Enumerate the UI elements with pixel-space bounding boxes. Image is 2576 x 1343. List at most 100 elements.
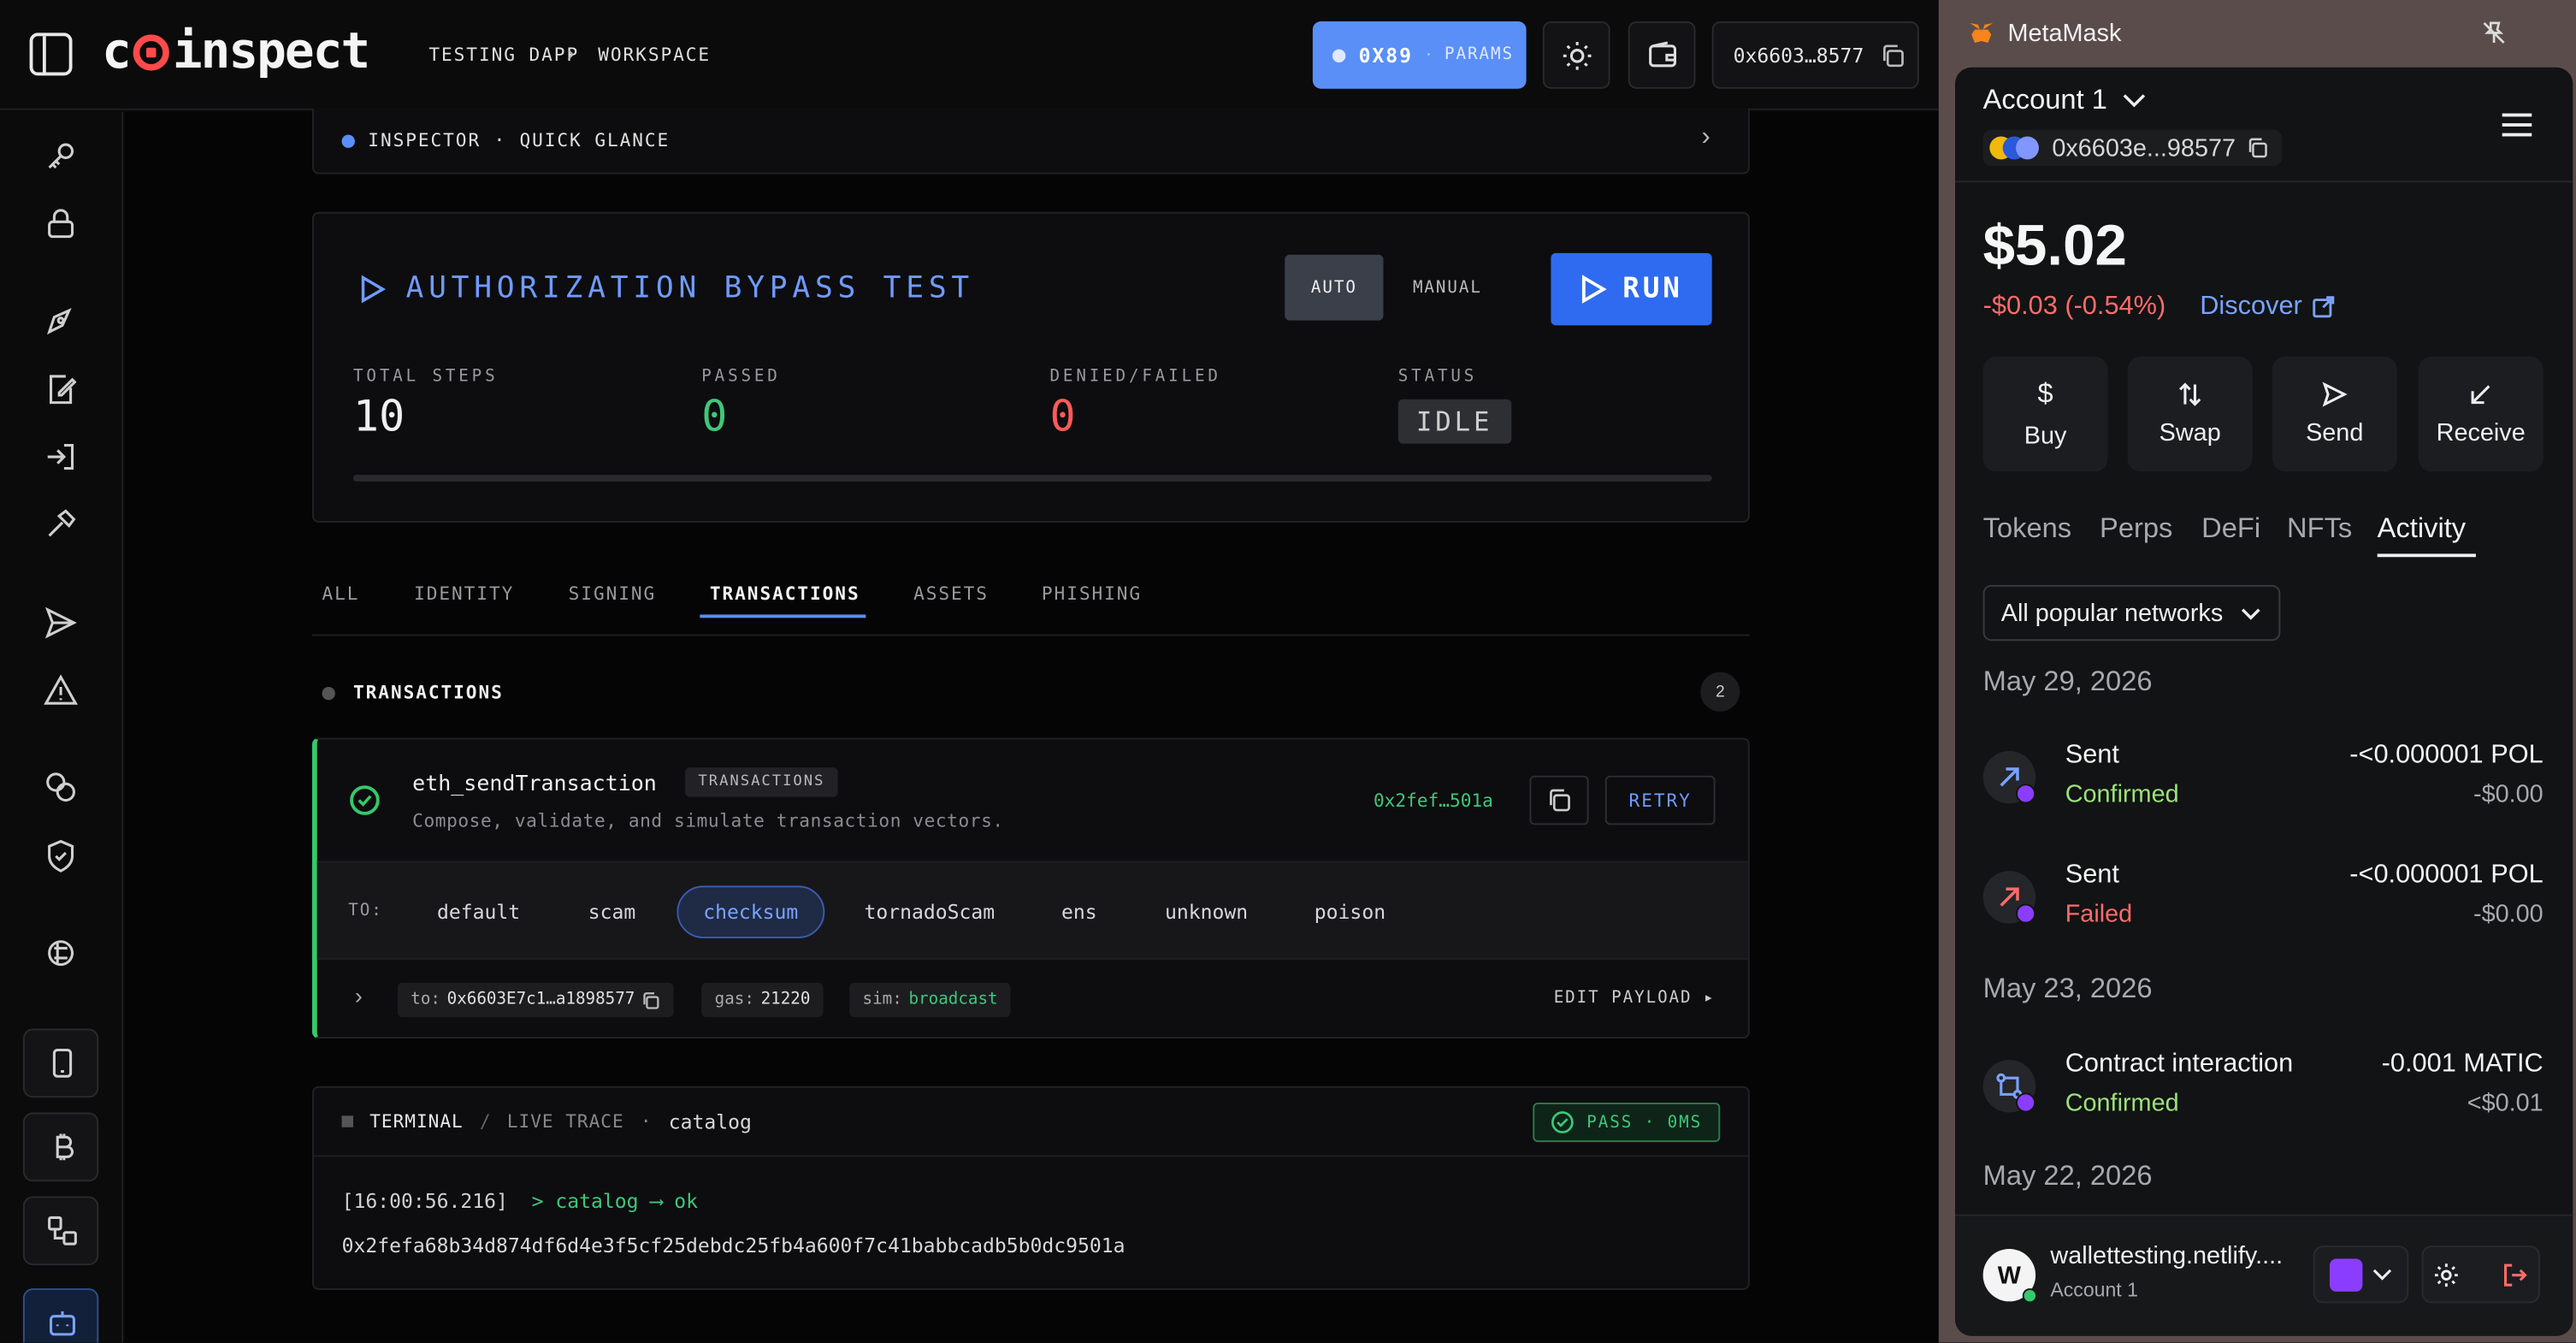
metamask-fox-icon	[1970, 22, 1994, 43]
activity-title: Contract interaction	[2065, 1050, 2294, 1079]
mode-manual-button[interactable]: MANUAL	[1398, 255, 1497, 321]
check-circle-icon	[1551, 1111, 1574, 1133]
connected-site-name[interactable]: wallettesting.netlify....	[2050, 1242, 2283, 1270]
to-option-unknown[interactable]: unknown	[1140, 885, 1273, 938]
tab-identity[interactable]: IDENTITY	[414, 583, 514, 605]
connected-site-footer: W wallettesting.netlify.... Account 1	[1954, 1214, 2573, 1336]
external-link-icon	[2313, 296, 2335, 318]
pen-nib-icon[interactable]	[43, 302, 79, 338]
tab-transactions[interactable]: TRANSACTIONS	[710, 583, 860, 605]
tx-hash[interactable]: 0x2fef…501a	[1374, 790, 1493, 812]
to-option-checksum[interactable]: checksum	[676, 885, 824, 938]
buy-label: Buy	[2024, 422, 2067, 451]
terminal-name: catalog	[668, 1109, 752, 1133]
tab-perps[interactable]: Perps	[2100, 512, 2172, 545]
sim-pill: sim: broadcast	[849, 982, 1011, 1018]
unpin-icon[interactable]	[2481, 20, 2508, 46]
active-tab-indicator	[2377, 553, 2476, 558]
tab-all[interactable]: ALL	[322, 583, 360, 605]
to-option-tornadoscam[interactable]: tornadoScam	[840, 885, 1019, 938]
receive-button[interactable]: Receive	[2418, 356, 2544, 472]
coinspect-logo[interactable]: c inspect	[102, 23, 370, 80]
network-icon	[48, 1216, 77, 1245]
tab-activity[interactable]: Activity	[2378, 512, 2466, 545]
bot-icon	[50, 1310, 75, 1336]
account-address-chip[interactable]: 0x6603e...98577	[1982, 129, 2282, 167]
rail-bitcoin-button[interactable]	[22, 1112, 99, 1182]
rail-device-button[interactable]	[22, 1028, 99, 1098]
rail-network-button[interactable]	[22, 1196, 99, 1266]
to-address-pill[interactable]: to: 0x6603E7c1…a1898577	[397, 982, 675, 1018]
run-label: RUN	[1622, 272, 1683, 306]
chain-status-dot	[1332, 48, 1346, 62]
edit-payload-button[interactable]: EDIT PAYLOAD ▸	[1554, 989, 1716, 1007]
mode-auto-button[interactable]: AUTO	[1285, 254, 1384, 321]
activity-fiat: -$0.00	[2473, 780, 2544, 809]
wallet-button[interactable]	[1628, 21, 1696, 89]
gear-icon[interactable]	[2433, 1261, 2460, 1287]
logo-o-mark	[133, 34, 169, 71]
bitcoin-icon	[56, 1133, 74, 1161]
tx-card-header: eth_sendTransaction TRANSACTIONS Compose…	[317, 739, 1748, 861]
shield-check-icon[interactable]	[43, 838, 79, 874]
run-button[interactable]: RUN	[1551, 252, 1712, 326]
discover-link[interactable]: Discover	[2200, 293, 2335, 322]
expand-chevron-icon[interactable]: ›	[355, 983, 363, 1009]
breadcrumb-workspace[interactable]: WORKSPACE	[598, 44, 711, 66]
network-filter-label: All popular networks	[2000, 599, 2224, 627]
send-icon[interactable]	[43, 605, 79, 641]
account-selector[interactable]: Account 1	[1983, 84, 2147, 116]
stat-value: 0	[1049, 393, 1076, 442]
edit-document-icon[interactable]	[43, 371, 79, 407]
connected-status-dot	[2022, 1288, 2038, 1304]
tab-tokens[interactable]: Tokens	[1983, 512, 2071, 545]
lock-icon[interactable]	[43, 205, 79, 241]
login-icon[interactable]	[43, 439, 79, 475]
network-filter-dropdown[interactable]: All popular networks	[1982, 584, 2281, 642]
buy-button[interactable]: $ Buy	[1982, 356, 2108, 472]
rail-bot-button[interactable]	[22, 1288, 99, 1343]
tab-defi[interactable]: DeFi	[2201, 512, 2260, 545]
tab-phishing[interactable]: PHISHING	[1042, 583, 1142, 605]
chevron-down-icon	[2372, 1268, 2392, 1280]
activity-status: Confirmed	[2065, 1089, 2179, 1118]
key-icon[interactable]	[43, 138, 79, 174]
token-swap-icon[interactable]	[43, 935, 79, 971]
chain-params-button[interactable]: 0X89 · PARAMS	[1312, 21, 1527, 89]
warning-icon[interactable]	[43, 672, 79, 708]
receive-label: Receive	[2436, 418, 2526, 447]
hammer-icon[interactable]	[43, 506, 79, 542]
inspector-quick-glance[interactable]: INSPECTOR · QUICK GLANCE ›	[311, 108, 1750, 175]
stat-total-steps: TOTAL STEPS 10	[353, 368, 498, 441]
account-address-button[interactable]: 0x6603…8577	[1711, 21, 1919, 89]
to-option-scam[interactable]: scam	[564, 885, 660, 938]
inspector-sub: QUICK GLANCE	[519, 129, 671, 151]
coins-icon[interactable]	[43, 769, 79, 805]
to-option-default[interactable]: default	[412, 885, 545, 938]
tab-assets[interactable]: ASSETS	[913, 583, 989, 605]
sidebar-toggle-icon[interactable]	[29, 33, 73, 76]
stat-label: STATUS	[1397, 368, 1478, 387]
copy-icon	[1883, 44, 1905, 67]
activity-item[interactable]: Contract interaction Confirmed -0.001 MA…	[1982, 1050, 2544, 1133]
tab-nfts[interactable]: NFTs	[2287, 512, 2352, 545]
activity-item[interactable]: Sent Failed -<0.000001 POL -$0.00	[1982, 861, 2544, 944]
breadcrumb-testing-dapp[interactable]: TESTING DAPP	[428, 44, 579, 66]
send-button[interactable]: Send	[2272, 356, 2397, 472]
swap-button[interactable]: Swap	[2127, 356, 2253, 472]
to-option-ens[interactable]: ens	[1037, 885, 1121, 938]
status-badge: IDLE	[1397, 399, 1511, 444]
disconnect-icon[interactable]	[2502, 1261, 2529, 1287]
network-badge-icon	[2016, 903, 2036, 924]
section-header: TRANSACTIONS 2	[312, 672, 1750, 713]
hamburger-menu-icon[interactable]	[2502, 113, 2532, 137]
terminal-panel: TERMINAL / LIVE TRACE · catalog PASS · 0…	[311, 1086, 1750, 1290]
tab-signing[interactable]: SIGNING	[569, 583, 657, 605]
theme-toggle-button[interactable]	[1542, 21, 1610, 89]
activity-item[interactable]: Sent Confirmed -<0.000001 POL -$0.00	[1982, 741, 2544, 823]
tablet-icon	[52, 1048, 73, 1078]
site-permissions-button[interactable]	[2313, 1245, 2409, 1304]
retry-button[interactable]: RETRY	[1604, 775, 1716, 825]
copy-hash-button[interactable]	[1529, 775, 1589, 825]
to-option-poison[interactable]: poison	[1290, 885, 1410, 938]
